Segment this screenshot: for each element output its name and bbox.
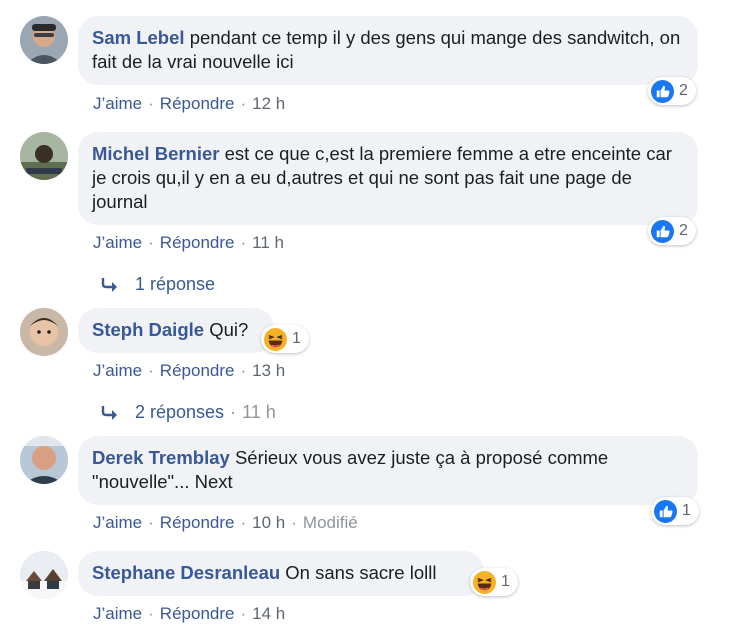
comment-text: Qui?: [209, 319, 249, 340]
separator: ·: [148, 94, 154, 113]
separator: ·: [291, 513, 297, 532]
like-icon: [651, 219, 674, 243]
avatar[interactable]: [20, 132, 68, 180]
edited-label[interactable]: Modifié: [303, 513, 358, 532]
timestamp[interactable]: 13 h: [252, 361, 285, 380]
comment-actions: J’aime · Répondre · 10 h · Modifié: [93, 513, 358, 533]
like-link[interactable]: J’aime: [93, 513, 142, 532]
separator: ·: [148, 604, 154, 623]
haha-icon: [473, 570, 496, 594]
view-replies-link[interactable]: 2 réponses · 11 h: [100, 402, 276, 423]
like-link[interactable]: J’aime: [93, 361, 142, 380]
like-icon: [651, 79, 674, 103]
comment-actions: J’aime · Répondre · 14 h: [93, 604, 285, 624]
timestamp[interactable]: 11 h: [252, 233, 284, 252]
separator: ·: [240, 233, 247, 252]
separator: ·: [148, 513, 154, 532]
reaction-badge[interactable]: 2: [648, 217, 696, 245]
like-link[interactable]: J’aime: [93, 233, 142, 252]
separator: ·: [148, 361, 154, 380]
comment-author[interactable]: Stephane Desranleau: [92, 562, 280, 583]
comment-bubble: Stephane Desranleau On sans sacre lolll: [78, 551, 484, 596]
separator: ·: [240, 94, 247, 113]
reply-link[interactable]: Répondre: [160, 513, 235, 532]
comment-author[interactable]: Michel Bernier: [92, 143, 220, 164]
comment-text: On sans sacre lolll: [285, 562, 437, 583]
avatar[interactable]: [20, 16, 68, 64]
view-replies-link[interactable]: 1 réponse: [100, 274, 215, 295]
replies-timestamp: 11 h: [242, 402, 276, 422]
haha-icon: [264, 327, 287, 351]
comment-bubble: Michel Bernier est ce que c,est la premi…: [78, 132, 698, 225]
comment-author[interactable]: Sam Lebel: [92, 27, 185, 48]
reply-link[interactable]: Répondre: [160, 233, 235, 252]
separator: ·: [148, 233, 154, 252]
reply-arrow-icon: [101, 405, 117, 420]
avatar[interactable]: [20, 551, 68, 599]
like-icon: [654, 499, 677, 523]
reaction-count: 1: [682, 502, 691, 519]
separator: ·: [230, 402, 237, 422]
timestamp[interactable]: 12 h: [252, 94, 285, 113]
reaction-count: 2: [679, 82, 688, 99]
comment-bubble: Sam Lebel pendant ce temp il y des gens …: [78, 16, 698, 85]
replies-count[interactable]: 1 réponse: [135, 274, 215, 295]
comment-bubble: Steph Daigle Qui?: [78, 308, 274, 353]
reaction-count: 2: [679, 222, 688, 239]
comment-actions: J’aime · Répondre · 11 h: [93, 233, 284, 253]
separator: ·: [240, 604, 247, 623]
comment-author[interactable]: Steph Daigle: [92, 319, 204, 340]
avatar[interactable]: [20, 436, 68, 484]
reaction-count: 1: [292, 330, 301, 347]
separator: ·: [240, 361, 247, 380]
comment-author[interactable]: Derek Tremblay: [92, 447, 230, 468]
replies-count[interactable]: 2 réponses: [135, 402, 224, 423]
like-link[interactable]: J’aime: [93, 604, 142, 623]
separator: ·: [240, 513, 247, 532]
timestamp[interactable]: 14 h: [252, 604, 285, 623]
reaction-badge[interactable]: 2: [648, 77, 696, 105]
like-link[interactable]: J’aime: [93, 94, 142, 113]
reaction-badge[interactable]: 1: [261, 325, 309, 353]
reply-link[interactable]: Répondre: [160, 604, 235, 623]
reply-link[interactable]: Répondre: [160, 361, 235, 380]
reply-link[interactable]: Répondre: [160, 94, 235, 113]
reaction-count: 1: [501, 573, 510, 590]
timestamp[interactable]: 10 h: [252, 513, 285, 532]
reaction-badge[interactable]: 1: [651, 497, 699, 525]
comment-bubble: Derek Tremblay Sérieux vous avez juste ç…: [78, 436, 698, 505]
avatar[interactable]: [20, 308, 68, 356]
comment-actions: J’aime · Répondre · 12 h: [93, 94, 285, 114]
reply-arrow-icon: [101, 277, 117, 292]
comment-actions: J’aime · Répondre · 13 h: [93, 361, 285, 381]
reaction-badge[interactable]: 1: [470, 568, 518, 596]
